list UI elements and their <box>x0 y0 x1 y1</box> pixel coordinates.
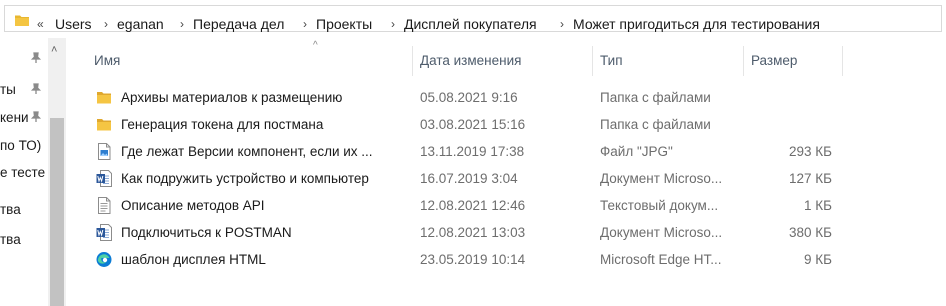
file-name[interactable]: Где лежат Версии компонент, если их ... <box>121 144 373 159</box>
column-divider[interactable] <box>412 46 413 76</box>
word-doc-icon <box>96 170 112 187</box>
file-date: 13.11.2019 17:38 <box>420 144 525 159</box>
file-row[interactable]: шаблон дисплея HTML 23.05.2019 10:14 Mic… <box>70 246 946 273</box>
edge-html-icon <box>96 252 112 267</box>
nav-item[interactable]: е тесте <box>0 165 45 180</box>
pin-icon[interactable] <box>30 52 42 64</box>
file-type: Документ Microso... <box>600 225 723 240</box>
file-name[interactable]: Архивы материалов к размещению <box>121 90 342 105</box>
file-row[interactable]: Подключиться к POSTMAN 12.08.2021 13:03 … <box>70 219 946 246</box>
file-name[interactable]: Как подружить устройство и компьютер <box>121 171 369 186</box>
scroll-up-icon[interactable]: ˄ <box>51 44 57 56</box>
breadcrumb-separator-icon[interactable]: › <box>303 17 307 31</box>
folder-icon <box>97 92 111 104</box>
breadcrumb-proekty[interactable]: Проекты <box>316 16 372 32</box>
breadcrumb-users[interactable]: Users <box>55 16 92 32</box>
folder-icon <box>97 119 111 131</box>
file-name[interactable]: шаблон дисплея HTML <box>121 252 266 267</box>
file-type: Папка с файлами <box>600 90 711 105</box>
address-box[interactable]: « Users › eganan › Передача дел › Проект… <box>4 5 942 32</box>
text-file-icon <box>98 197 111 214</box>
file-size: 9 КБ <box>804 252 832 267</box>
file-name[interactable]: Описание методов API <box>121 198 265 213</box>
breadcrumb-separator-icon[interactable]: › <box>180 17 184 31</box>
nav-item[interactable]: тва <box>0 232 21 247</box>
column-date-modified[interactable]: Дата изменения <box>420 48 590 72</box>
column-type[interactable]: Тип <box>600 48 740 72</box>
word-doc-icon <box>96 224 112 241</box>
column-header: ^ Имя Дата изменения Тип Размер <box>70 38 946 78</box>
nav-scrollbar[interactable]: ˄ <box>48 38 66 306</box>
file-row[interactable]: Генерация токена для постмана 03.08.2021… <box>70 111 946 138</box>
folder-icon <box>15 15 29 26</box>
file-row[interactable]: Описание методов API 12.08.2021 12:46 Те… <box>70 192 946 219</box>
column-divider[interactable] <box>592 46 593 76</box>
file-size: 127 КБ <box>789 171 832 186</box>
scrollbar-thumb[interactable] <box>50 118 64 306</box>
file-name[interactable]: Генерация токена для постмана <box>121 117 323 132</box>
nav-item[interactable]: ты <box>0 82 16 97</box>
file-row[interactable]: Архивы материалов к размещению 05.08.202… <box>70 84 946 111</box>
navigation-pane: ты кени по ТО) е тесте тва тва ˄ <box>0 38 70 306</box>
breadcrumb-current-folder[interactable]: Может пригодиться для тестирования <box>573 16 820 32</box>
breadcrumb-displey-pokupatelya[interactable]: Дисплей покупателя <box>404 16 537 32</box>
file-size: 1 КБ <box>804 198 832 213</box>
pin-icon[interactable] <box>30 111 42 123</box>
file-type: Microsoft Edge HT... <box>600 252 722 267</box>
column-divider[interactable] <box>842 46 843 76</box>
file-date: 05.08.2021 9:16 <box>420 90 518 105</box>
file-date: 03.08.2021 15:16 <box>420 117 526 132</box>
file-size: 293 КБ <box>789 144 832 159</box>
file-list: Архивы материалов к размещению 05.08.202… <box>70 84 946 273</box>
file-date: 12.08.2021 12:46 <box>420 198 526 213</box>
jpg-file-icon <box>98 143 111 160</box>
address-bar: « Users › eganan › Передача дел › Проект… <box>0 0 946 38</box>
overflow-chevron-icon[interactable]: « <box>37 17 44 31</box>
file-row[interactable]: Где лежат Версии компонент, если их ... … <box>70 138 946 165</box>
column-divider[interactable] <box>743 46 744 76</box>
file-name[interactable]: Подключиться к POSTMAN <box>121 225 292 240</box>
file-type: Файл "JPG" <box>600 144 673 159</box>
breadcrumb-separator-icon[interactable]: › <box>560 17 564 31</box>
column-name[interactable]: Имя <box>94 48 410 72</box>
nav-item[interactable]: по ТО) <box>0 138 41 153</box>
breadcrumb-separator-icon[interactable]: › <box>104 17 108 31</box>
file-row[interactable]: Как подружить устройство и компьютер 16.… <box>70 165 946 192</box>
file-date: 23.05.2019 10:14 <box>420 252 526 267</box>
breadcrumb-eganan[interactable]: eganan <box>117 16 164 32</box>
file-date: 12.08.2021 13:03 <box>420 225 526 240</box>
breadcrumb-peredacha-del[interactable]: Передача дел <box>193 16 284 32</box>
file-type: Документ Microso... <box>600 171 723 186</box>
breadcrumb-separator-icon[interactable]: › <box>391 17 395 31</box>
nav-item[interactable]: кени <box>0 110 29 125</box>
nav-item[interactable]: тва <box>0 202 21 217</box>
file-date: 16.07.2019 3:04 <box>420 171 518 186</box>
file-type: Текстовый докум... <box>600 198 719 213</box>
pin-icon[interactable] <box>30 83 42 95</box>
column-size[interactable]: Размер <box>751 48 841 72</box>
file-size: 380 КБ <box>789 225 832 240</box>
file-type: Папка с файлами <box>600 117 711 132</box>
